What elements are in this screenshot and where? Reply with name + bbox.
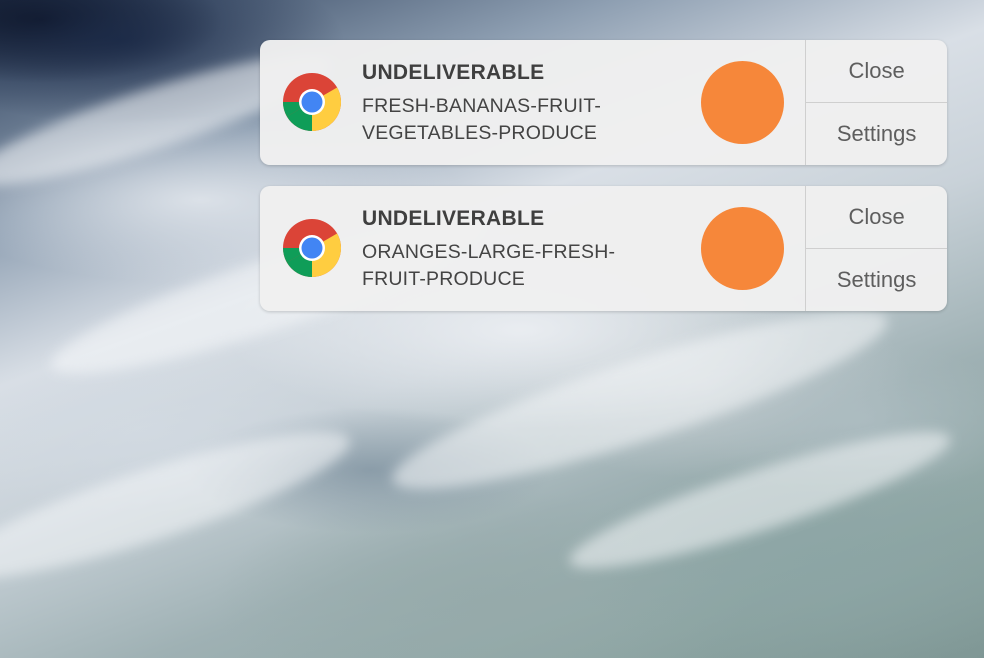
cloud-streak bbox=[0, 406, 361, 604]
close-button[interactable]: Close bbox=[806, 40, 947, 103]
notification-content[interactable]: UNDELIVERABLE FRESH-BANANAS-FRUIT- VEGET… bbox=[260, 40, 805, 165]
notification-body: FRESH-BANANAS-FRUIT- VEGETABLES-PRODUCE bbox=[362, 93, 682, 147]
notification-body-line: VEGETABLES-PRODUCE bbox=[362, 122, 598, 144]
notification-body-line: ORANGES-LARGE-FRESH- bbox=[362, 241, 616, 263]
settings-button[interactable]: Settings bbox=[806, 249, 947, 311]
notification-image bbox=[701, 61, 784, 144]
notification-banner[interactable]: UNDELIVERABLE ORANGES-LARGE-FRESH- FRUIT… bbox=[260, 186, 947, 311]
notification-body-line: FRESH-BANANAS-FRUIT- bbox=[362, 95, 602, 117]
chrome-icon bbox=[283, 73, 341, 131]
notification-content[interactable]: UNDELIVERABLE ORANGES-LARGE-FRESH- FRUIT… bbox=[260, 186, 805, 311]
close-button[interactable]: Close bbox=[806, 186, 947, 249]
notification-body-line: FRUIT-PRODUCE bbox=[362, 268, 525, 290]
notification-title: UNDELIVERABLE bbox=[362, 61, 545, 84]
notification-title: UNDELIVERABLE bbox=[362, 207, 545, 230]
notification-actions: Close Settings bbox=[805, 186, 947, 311]
notification-banner[interactable]: UNDELIVERABLE FRESH-BANANAS-FRUIT- VEGET… bbox=[260, 40, 947, 165]
notification-image bbox=[701, 207, 784, 290]
notification-body: ORANGES-LARGE-FRESH- FRUIT-PRODUCE bbox=[362, 239, 682, 293]
notification-actions: Close Settings bbox=[805, 40, 947, 165]
desktop-wallpaper: UNDELIVERABLE FRESH-BANANAS-FRUIT- VEGET… bbox=[0, 0, 984, 658]
settings-button[interactable]: Settings bbox=[806, 103, 947, 165]
chrome-icon bbox=[283, 219, 341, 277]
